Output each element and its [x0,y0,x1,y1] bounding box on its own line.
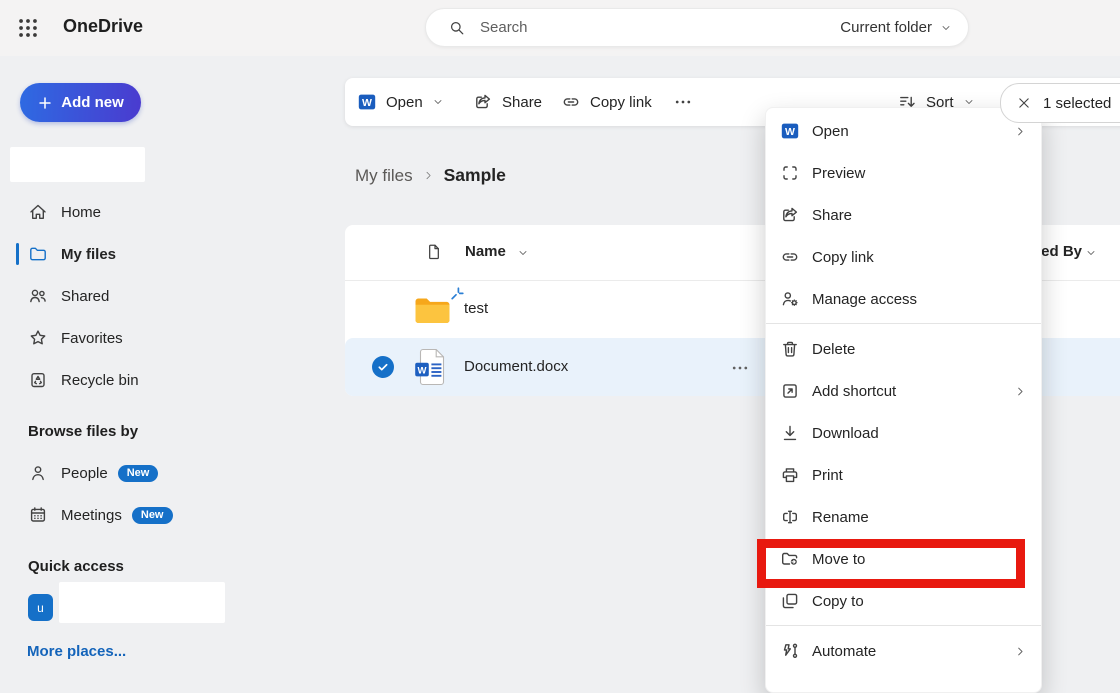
share-icon [780,205,800,225]
word-icon: W [357,92,377,112]
people-icon [28,286,48,306]
context-menu-item[interactable]: W Open [766,110,1041,152]
preview-icon [780,163,800,183]
menu-divider [766,323,1041,324]
sidebar-item-favorites[interactable]: Favorites [0,317,300,359]
chevron-right-icon [1014,385,1027,398]
sidebar-item-home[interactable]: Home [0,191,300,233]
trash-icon [780,339,800,359]
copy-to-icon [780,591,800,611]
recycle-bin-icon [28,370,48,390]
document-type-icon[interactable] [425,242,443,262]
svg-text:W: W [785,126,795,138]
selection-pill: 1 selected [1000,83,1120,123]
redacted-area [59,582,225,623]
breadcrumb: My files Sample [355,165,506,186]
link-icon [561,92,581,112]
quick-access-site-tile[interactable]: u [28,594,53,621]
share-button[interactable]: Share [473,78,542,126]
link-icon [780,247,800,267]
sidebar-item-my-files[interactable]: My files [0,233,300,275]
context-menu-item[interactable]: Add shortcut [766,370,1041,412]
person-icon [28,463,48,483]
context-menu-item[interactable]: Copy link [766,236,1041,278]
app-launcher-icon[interactable] [16,16,40,40]
star-icon [28,328,48,348]
selected-check-icon[interactable] [372,356,394,378]
file-name: test [464,300,488,317]
app-title: OneDrive [63,16,143,37]
context-menu-item[interactable]: Preview [766,152,1041,194]
context-menu-item[interactable]: Share [766,194,1041,236]
menu-divider [766,625,1041,626]
home-icon [28,202,48,222]
folder-icon [28,244,48,264]
context-menu-item[interactable]: Print [766,454,1041,496]
plus-icon [37,95,53,111]
word-document-icon: W [414,348,446,386]
chevron-right-icon [1014,645,1027,658]
close-icon[interactable] [1016,95,1032,111]
context-menu-item[interactable]: Manage access [766,278,1041,320]
manage-access-icon [780,289,800,309]
new-badge: New [118,465,159,482]
search-input[interactable] [478,18,762,37]
printer-icon [780,465,800,485]
row-more-actions-icon[interactable] [730,358,750,378]
search-scope-label: Current folder [840,19,932,36]
folder-yellow-icon [414,295,450,325]
sidebar-item-shared[interactable]: Shared [0,275,300,317]
sidebar-item-meetings[interactable]: Meetings New [0,494,300,536]
more-places-link[interactable]: More places... [27,643,126,660]
download-icon [780,423,800,443]
context-menu-item[interactable]: Automate [766,630,1041,672]
add-new-label: Add new [61,94,124,111]
new-item-sparkle-icon [451,287,464,300]
breadcrumb-parent[interactable]: My files [355,166,413,186]
chevron-down-icon [1085,247,1097,259]
browse-files-by-heading: Browse files by [28,423,138,440]
add-shortcut-icon [780,381,800,401]
svg-text:W: W [362,97,372,109]
copy-link-button[interactable]: Copy link [561,78,652,126]
column-header-name[interactable]: Name [465,243,506,260]
sidebar-item-people[interactable]: People New [0,452,300,494]
rename-icon [780,507,800,527]
quick-access-heading: Quick access [28,558,124,575]
context-menu-item[interactable]: Rename [766,496,1041,538]
search-scope-selector[interactable]: Current folder [840,19,952,36]
ellipsis-icon [673,92,693,112]
chevron-down-icon [432,96,444,108]
add-new-button[interactable]: Add new [20,83,141,122]
chevron-right-icon [1014,125,1027,138]
open-button[interactable]: W Open [357,78,444,126]
selection-count: 1 selected [1043,95,1111,112]
context-menu-item[interactable]: Download [766,412,1041,454]
more-commands-button[interactable] [673,78,693,126]
new-badge: New [132,507,173,524]
selected-indicator [16,243,19,265]
search-icon [448,19,466,37]
word-icon: W [780,121,800,141]
chevron-down-icon [940,22,952,34]
chevron-right-icon [423,170,434,181]
share-icon [473,92,493,112]
breadcrumb-current: Sample [444,165,506,186]
context-menu: W Open Preview Share Copy link Manage ac… [765,107,1042,693]
file-name: Document.docx [464,358,568,375]
automate-icon [780,641,800,661]
svg-text:W: W [418,365,427,376]
context-menu-item[interactable]: Delete [766,328,1041,370]
sidebar-item-recycle-bin[interactable]: Recycle bin [0,359,300,401]
redacted-area [10,147,145,182]
chevron-down-icon [517,247,529,259]
annotation-highlight-box [757,539,1025,588]
search-bar[interactable]: Current folder [425,8,969,47]
calendar-icon [28,505,48,525]
